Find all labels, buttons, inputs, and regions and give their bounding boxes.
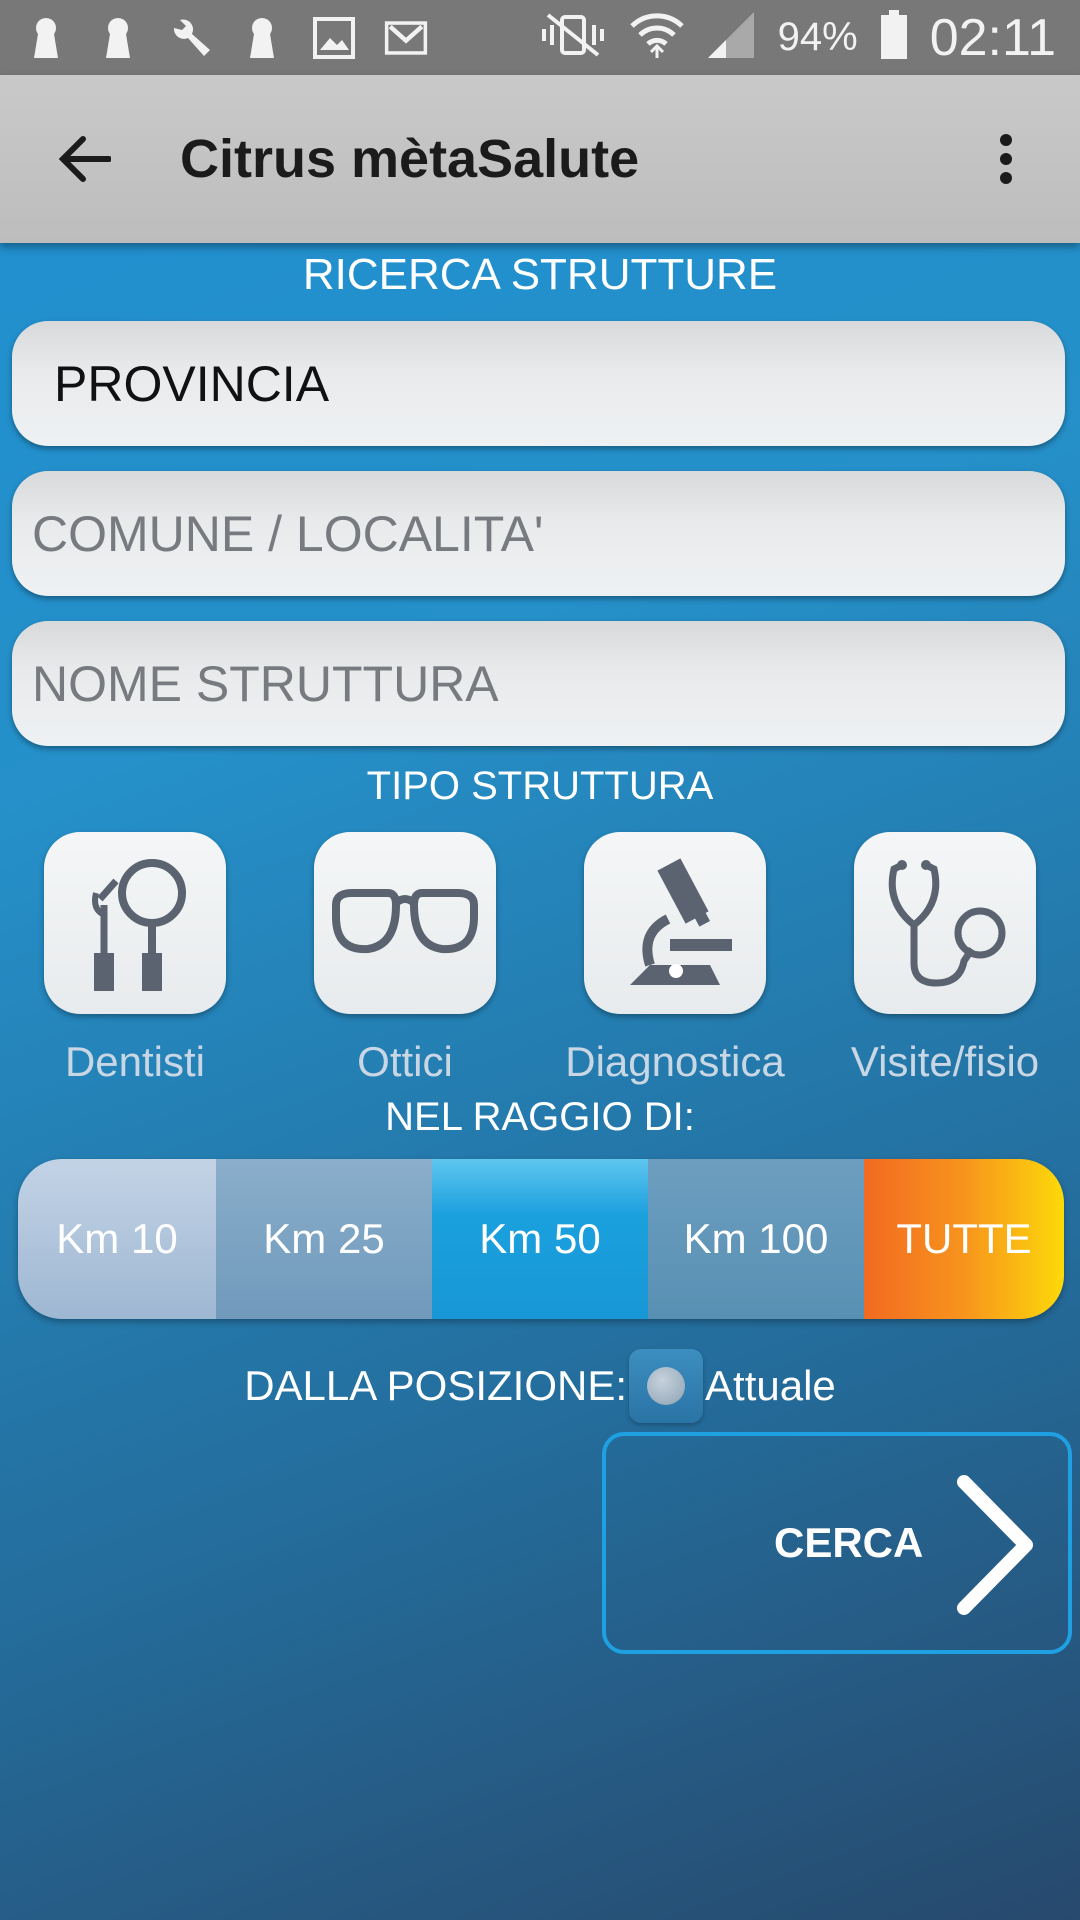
notification-icons (24, 16, 428, 60)
radius-option-km25[interactable]: Km 25 (216, 1159, 432, 1319)
app-bar: Citrus mètaSalute (0, 75, 1080, 243)
system-status: 94% 02:11 (538, 8, 1056, 68)
type-visite-fisio[interactable]: Visite/fisio (810, 832, 1080, 1086)
provincia-value: PROVINCIA (54, 355, 330, 412)
gmail-icon (384, 16, 428, 60)
types-heading: TIPO STRUTTURA (366, 764, 714, 808)
type-tile (854, 832, 1036, 1014)
app-title: Citrus mètaSalute (180, 129, 640, 189)
battery-percent: 94% (777, 15, 858, 59)
arrow-left-icon (58, 136, 111, 182)
provincia-select[interactable]: PROVINCIA (12, 321, 1065, 446)
nome-struttura-input[interactable] (32, 621, 1065, 746)
type-label: Ottici (357, 1038, 453, 1085)
radius-heading: NEL RAGGIO DI: (385, 1095, 695, 1139)
comune-input[interactable] (32, 471, 1065, 596)
overflow-menu-button[interactable] (966, 109, 1046, 209)
search-button-label: CERCA (774, 1519, 924, 1566)
radius-option-km10[interactable]: Km 10 (18, 1159, 216, 1319)
more-vert-icon (1000, 134, 1012, 184)
image-icon (312, 16, 356, 60)
keyhole-icon (24, 16, 68, 60)
clock: 02:11 (929, 8, 1056, 67)
wifi-icon (629, 10, 684, 65)
glasses-icon (332, 889, 478, 954)
current-position-radio[interactable] (629, 1349, 704, 1423)
vibrate-mute-icon (538, 11, 608, 64)
chevron-right-icon (957, 1475, 1033, 1615)
type-ottici[interactable]: Ottici (270, 832, 540, 1086)
type-dentisti[interactable]: Dentisti (0, 832, 270, 1086)
radius-selector: Km 10 Km 25 Km 50 Km 100 TUTTE (18, 1159, 1064, 1319)
type-tile (314, 832, 496, 1014)
type-label: Diagnostica (565, 1038, 785, 1085)
position-option-label: Attuale (705, 1362, 836, 1409)
type-tile (584, 832, 766, 1014)
radius-option-tutte[interactable]: TUTTE (864, 1159, 1064, 1319)
position-label: DALLA POSIZIONE: (244, 1362, 628, 1409)
structure-types: Dentisti Ottici Diagnostica Visite/fisio (0, 832, 1080, 1092)
radio-knob (647, 1367, 686, 1405)
type-label: Visite/fisio (850, 1038, 1040, 1085)
search-heading: RICERCA STRUTTURE (302, 250, 778, 299)
radius-option-km100[interactable]: Km 100 (648, 1159, 864, 1319)
type-diagnostica[interactable]: Diagnostica (540, 832, 810, 1086)
microscope-icon (630, 858, 732, 985)
back-button[interactable] (34, 109, 134, 209)
stethoscope-icon (888, 860, 1006, 987)
comune-field[interactable] (12, 471, 1065, 596)
wrench-icon (168, 16, 212, 60)
type-tile (44, 832, 226, 1014)
keyhole-icon (96, 16, 140, 60)
keyhole-icon (240, 16, 284, 60)
battery-icon (880, 10, 908, 65)
signal-icon (706, 10, 756, 65)
status-bar: 94% 02:11 (0, 0, 1080, 75)
position-row: DALLA POSIZIONE: Attuale (0, 1348, 1080, 1424)
dental-tools-icon (92, 859, 186, 991)
nome-struttura-field[interactable] (12, 621, 1065, 746)
type-label: Dentisti (64, 1038, 206, 1085)
search-button[interactable]: CERCA (602, 1432, 1072, 1654)
radius-option-km50[interactable]: Km 50 (432, 1159, 648, 1319)
